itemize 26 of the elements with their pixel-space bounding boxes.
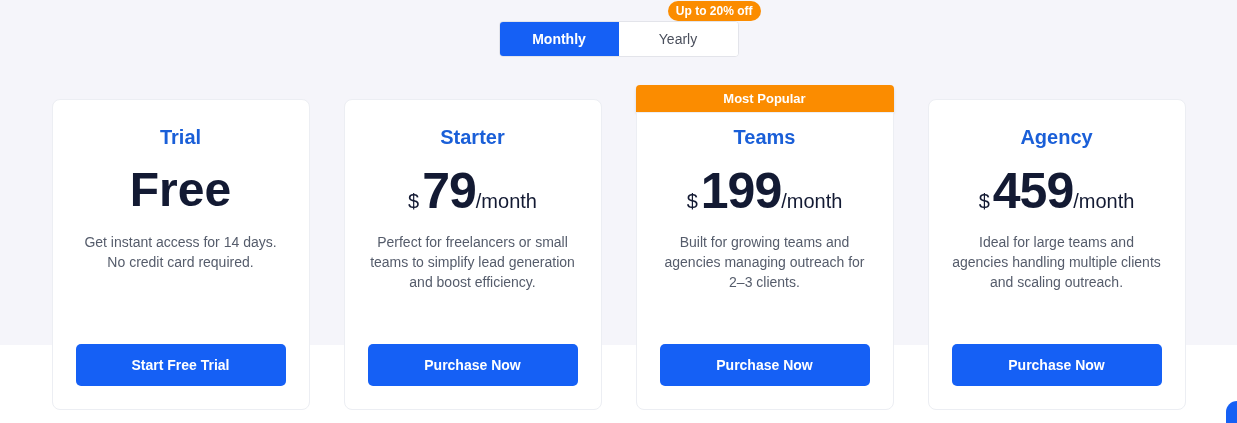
price: 459	[992, 162, 1074, 220]
popular-banner: Most Popular	[635, 85, 894, 112]
price-period: /month	[1073, 190, 1135, 213]
price-period: /month	[475, 190, 537, 213]
discount-badge: Up to 20% off	[667, 1, 761, 21]
plan-name: Teams	[733, 125, 796, 150]
plan-description: Built for growing teams and agencies managing outreach for 2–3 clients.	[663, 233, 866, 292]
price-period: /month	[781, 190, 843, 213]
plan-button[interactable]: Purchase Now	[367, 344, 578, 386]
price: Free	[129, 162, 232, 217]
chat-button[interactable]	[1226, 401, 1237, 423]
plan-name: Agency	[1020, 125, 1093, 150]
price: 199	[700, 162, 782, 220]
plan-description: Ideal for large teams and agencies handling multiple clients and scaling outreach.	[951, 233, 1162, 292]
plan-name: Starter	[440, 125, 505, 150]
plan-description: Get instant access for 14 days. No credit card required.	[83, 233, 278, 272]
currency: $	[978, 190, 990, 213]
plan-button[interactable]: Start Free Trial	[75, 344, 286, 386]
plan-button[interactable]: Purchase Now	[951, 344, 1162, 386]
plan-name: Trial	[159, 125, 202, 150]
currency: $	[408, 190, 420, 213]
currency: $	[686, 190, 698, 213]
plan-description: Perfect for freelancers or small teams to simplify lead generation and boost efficiency.	[369, 233, 576, 292]
price: 79	[422, 162, 476, 220]
billing-option[interactable]: Monthly	[499, 22, 619, 56]
plan-button[interactable]: Purchase Now	[659, 344, 870, 386]
